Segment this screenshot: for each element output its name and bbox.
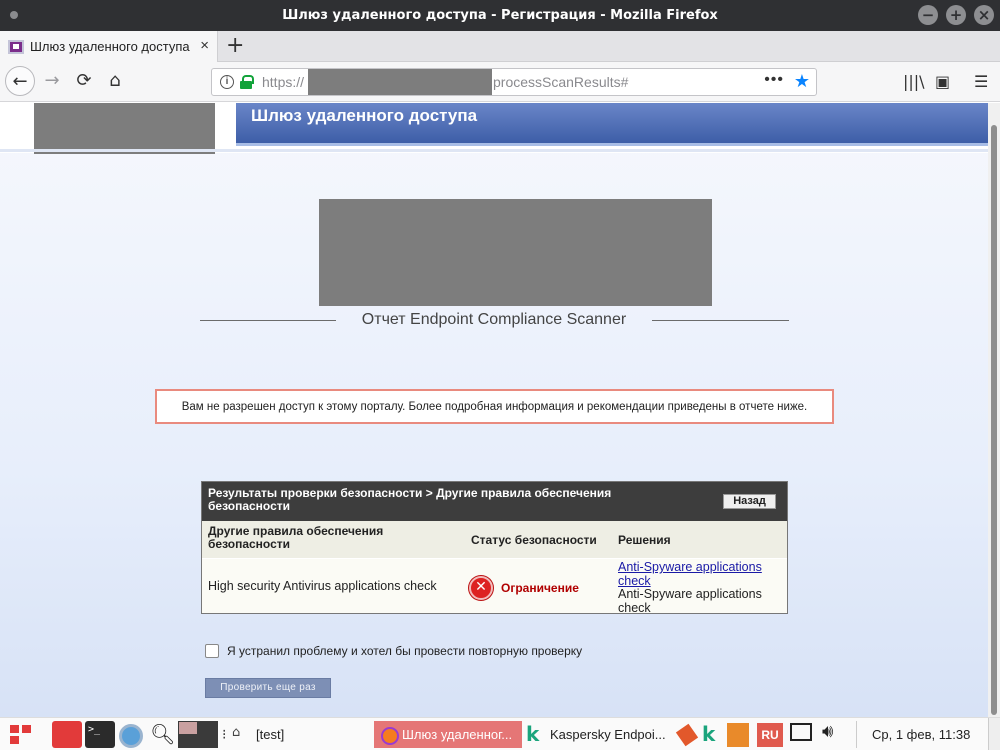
- task-kaspersky[interactable]: Kaspersky Endpoi...: [550, 727, 666, 750]
- page-actions-icon[interactable]: •••: [764, 71, 784, 89]
- column-header-rule: Другие правила обеспечения безопасности: [208, 524, 384, 551]
- site-favicon-icon: [8, 39, 24, 54]
- window-title: Шлюз удаленного доступа - Регистрация - …: [282, 8, 718, 23]
- separator-dots-icon: ⁝: [222, 726, 227, 742]
- tab-label: Шлюз удаленного доступа: [30, 39, 190, 54]
- window-titlebar: Шлюз удаленного доступа - Регистрация - …: [0, 0, 1000, 31]
- error-x-icon: ✕: [469, 576, 493, 600]
- tab-strip: Шлюз удаленного доступа × +: [0, 31, 1000, 62]
- recheck-option[interactable]: Я устранил проблему и хотел бы провести …: [205, 644, 582, 658]
- sidebar-icon[interactable]: ▣: [935, 72, 950, 91]
- task-test[interactable]: [test]: [256, 727, 284, 750]
- scan-results-table: Результаты проверки безопасности > Други…: [201, 481, 788, 614]
- solution-link[interactable]: Anti-Spyware applications check: [618, 560, 778, 588]
- url-scheme: https://: [262, 74, 305, 90]
- tray-separator: [856, 721, 857, 748]
- title-rule-right: [652, 320, 789, 321]
- scroll-thumb[interactable]: [991, 125, 997, 715]
- header-band: Шлюз удаленного доступа: [236, 103, 988, 146]
- lock-icon[interactable]: [240, 75, 254, 89]
- report-title: Отчет Endpoint Compliance Scanner: [361, 311, 627, 328]
- home-folder-icon[interactable]: ⌂: [232, 725, 240, 750]
- keyboard-layout-indicator[interactable]: RU: [757, 723, 783, 747]
- table-header-row: Другие правила обеспечения безопасности …: [202, 521, 787, 559]
- maximize-button[interactable]: +: [946, 5, 966, 25]
- site-info-icon[interactable]: i: [220, 75, 234, 89]
- url-redacted-host: [308, 69, 492, 95]
- table-row: High security Antivirus applications che…: [202, 559, 787, 615]
- forward-button[interactable]: →: [37, 66, 67, 96]
- title-rule-left: [200, 320, 336, 321]
- files-launcher-icon[interactable]: [52, 721, 82, 748]
- navigation-toolbar: ← → ⟳ ⌂ i https:// processScanResults# •…: [0, 62, 1000, 102]
- task-firefox[interactable]: Шлюз удаленног...: [374, 721, 522, 748]
- vertical-scrollbar[interactable]: [988, 103, 1000, 717]
- tab-close-icon[interactable]: ×: [200, 37, 209, 54]
- column-header-status: Статус безопасности: [471, 533, 597, 547]
- package-tray-icon[interactable]: [727, 723, 749, 747]
- column-header-solutions: Решения: [618, 533, 671, 547]
- network-monitor-icon[interactable]: [790, 723, 812, 741]
- show-desktop-button[interactable]: [988, 718, 1000, 750]
- taskbar: >_ 🔍︎ ⁝ ⌂ [test] Шлюз удаленног... k Kas…: [0, 717, 1000, 750]
- results-breadcrumb: Результаты проверки безопасности > Други…: [208, 486, 612, 513]
- rule-name: High security Antivirus applications che…: [208, 579, 437, 593]
- bookmark-star-icon[interactable]: ★: [794, 71, 810, 92]
- workspace-switcher-icon[interactable]: [178, 721, 218, 748]
- window-menu-icon[interactable]: [10, 11, 18, 19]
- solution-text: Anti-Spyware applications check: [618, 587, 762, 615]
- hamburger-menu-icon[interactable]: ☰: [974, 72, 988, 91]
- status-text: Ограничение: [501, 581, 579, 595]
- gateway-title: Шлюз удаленного доступа: [251, 106, 478, 125]
- clock[interactable]: Ср, 1 фев, 11:38: [872, 727, 970, 750]
- terminal-launcher-icon[interactable]: >_: [85, 721, 115, 748]
- logo-redacted: [34, 103, 215, 154]
- home-button[interactable]: ⌂: [100, 66, 130, 96]
- reload-button[interactable]: ⟳: [69, 66, 99, 96]
- volume-icon[interactable]: 🔊︎: [822, 721, 833, 748]
- banner-redacted: [319, 199, 712, 306]
- tab-active[interactable]: Шлюз удаленного доступа ×: [0, 31, 218, 62]
- close-window-button[interactable]: ×: [974, 5, 994, 25]
- back-button[interactable]: ←: [5, 66, 35, 96]
- app-menu-icon[interactable]: [10, 725, 32, 745]
- access-denied-alert: Вам не разрешен доступ к этому порталу. …: [155, 389, 834, 424]
- url-path: processScanResults#: [493, 74, 629, 90]
- recheck-button[interactable]: Проверить еще раз: [205, 678, 331, 698]
- recheck-label[interactable]: Я устранил проблему и хотел бы провести …: [227, 644, 582, 658]
- solution-cell: Anti-Spyware applications check Anti-Spy…: [618, 560, 778, 615]
- recheck-checkbox[interactable]: [205, 644, 219, 658]
- page-content: Шлюз удаленного доступа Отчет Endpoint C…: [0, 103, 988, 717]
- kaspersky-icon: k: [526, 722, 540, 746]
- kaspersky-tray-icon[interactable]: k: [702, 722, 715, 749]
- address-bar[interactable]: i https:// processScanResults# ••• ★: [211, 68, 817, 96]
- header-divider: [0, 149, 988, 152]
- site-header: Шлюз удаленного доступа: [0, 103, 988, 154]
- new-tab-button[interactable]: +: [226, 33, 244, 58]
- back-results-button[interactable]: Назад: [723, 494, 776, 509]
- browser-launcher-icon[interactable]: [119, 724, 143, 748]
- status-cell: ✕ Ограничение: [469, 576, 579, 600]
- results-header: Результаты проверки безопасности > Други…: [202, 482, 787, 521]
- library-icon[interactable]: |||\: [903, 72, 925, 91]
- minimize-button[interactable]: −: [918, 5, 938, 25]
- search-icon[interactable]: 🔍︎: [150, 722, 175, 749]
- usb-tray-icon[interactable]: [675, 723, 699, 747]
- alert-text: Вам не разрешен доступ к этому порталу. …: [181, 400, 808, 413]
